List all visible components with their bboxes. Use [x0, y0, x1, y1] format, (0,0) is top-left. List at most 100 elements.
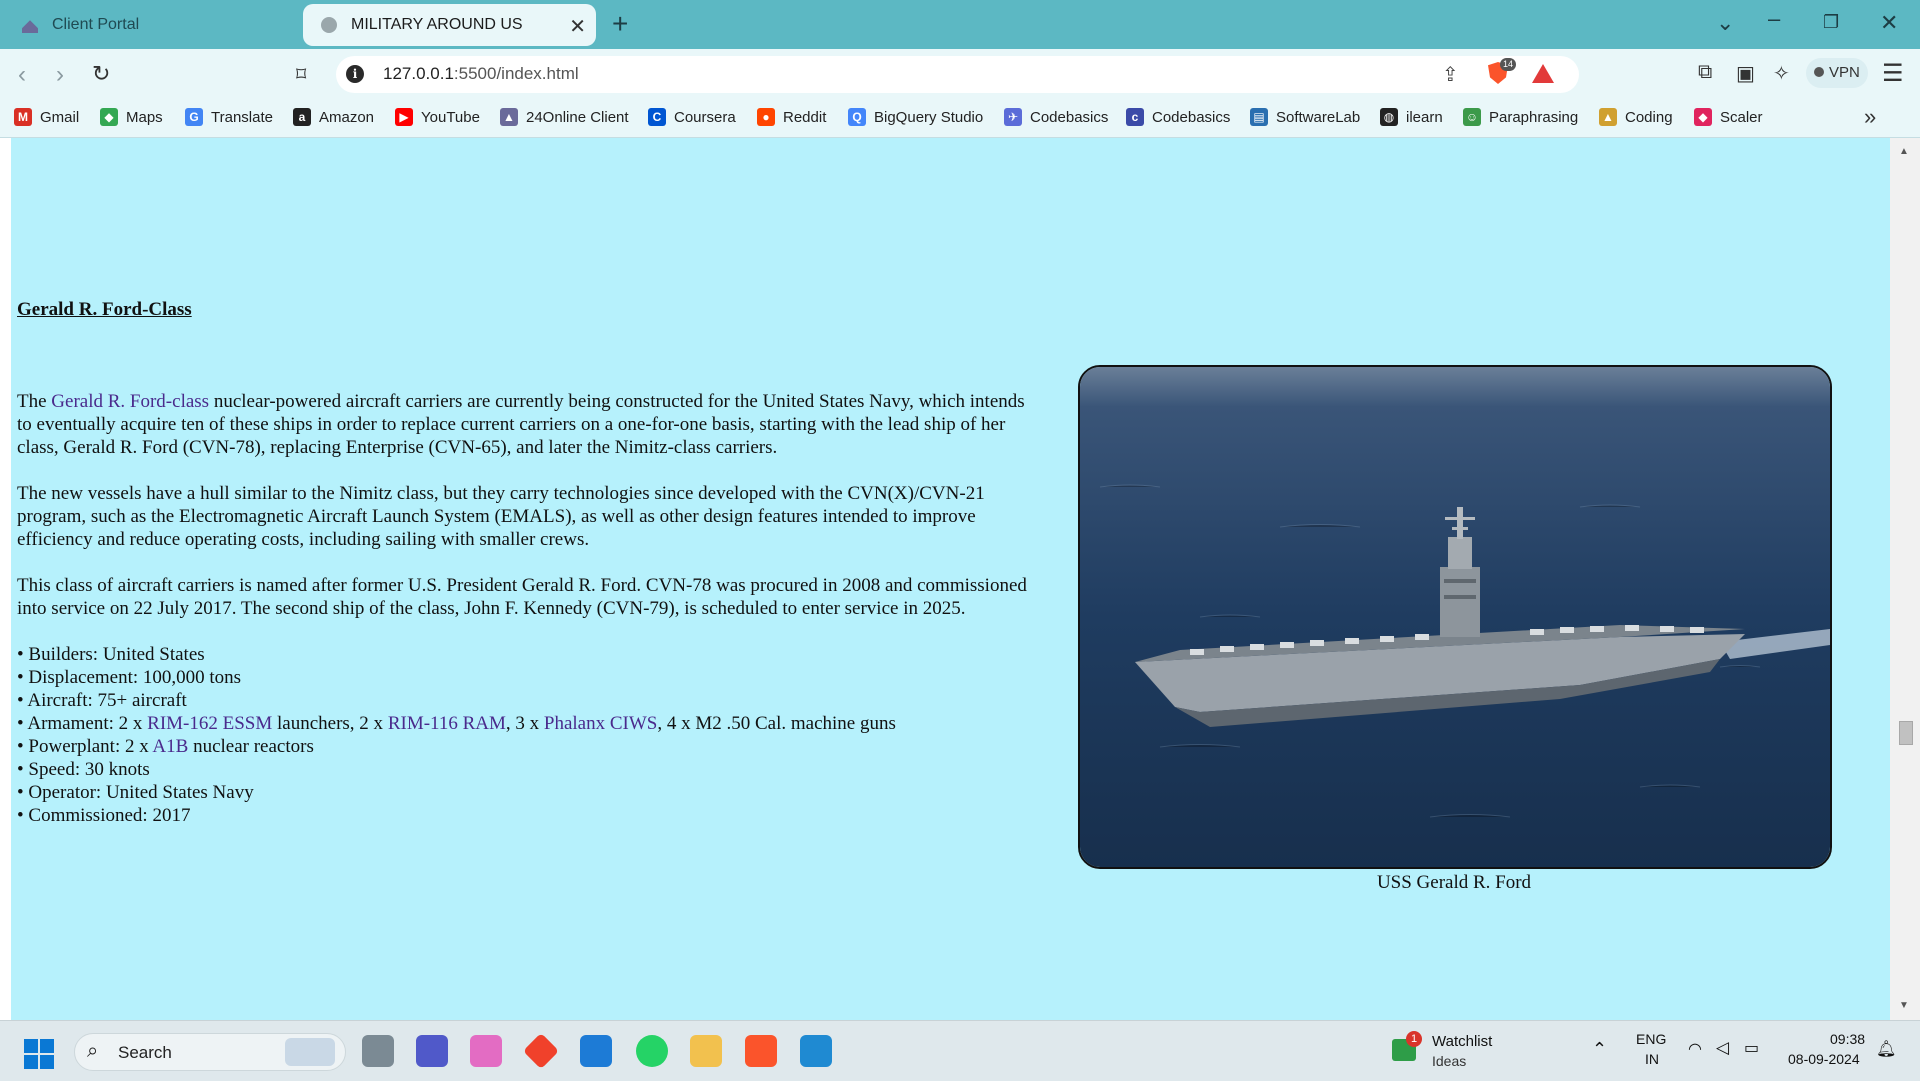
- brave-rewards-icon[interactable]: [1532, 64, 1554, 83]
- codebasics-icon: c: [1126, 108, 1144, 126]
- vscode-icon[interactable]: [800, 1035, 832, 1067]
- notification-bell-icon[interactable]: 🔔︎: [1876, 1039, 1896, 1059]
- brave-browser-icon[interactable]: [745, 1035, 777, 1067]
- spec-armament: • Armament: 2 x RIM-162 ESSM launchers, …: [17, 713, 896, 734]
- bookmark-ilearn[interactable]: ◍ ilearn: [1380, 108, 1443, 126]
- tab-client-portal[interactable]: Client Portal: [4, 4, 300, 46]
- share-icon[interactable]: ⇪: [1442, 62, 1459, 87]
- a1b-link[interactable]: A1B: [152, 736, 188, 757]
- language-bottom[interactable]: IN: [1645, 1051, 1659, 1067]
- teams-icon[interactable]: [416, 1035, 448, 1067]
- clock-date[interactable]: 08-09-2024: [1788, 1051, 1860, 1067]
- specs-list: • Builders: United States • Displacement…: [17, 643, 1032, 827]
- bookmark-label: Coding: [1625, 108, 1673, 126]
- page-heading: Gerald R. Ford-Class: [17, 299, 192, 320]
- extensions-icon[interactable]: ⧉: [1698, 61, 1712, 84]
- spec-aircraft: • Aircraft: 75+ aircraft: [17, 690, 187, 711]
- image-caption: USS Gerald R. Ford: [1376, 872, 1532, 893]
- bookmark-codebasics[interactable]: ✈ Codebasics: [1004, 108, 1108, 126]
- menu-icon[interactable]: ☰: [1882, 59, 1904, 88]
- bookmark-codebasics[interactable]: c Codebasics: [1126, 108, 1230, 126]
- minimize-button[interactable]: –: [1768, 6, 1780, 32]
- scrollbar-thumb[interactable]: [1899, 721, 1913, 745]
- url-text[interactable]: 127.0.0.1:5500/index.html: [383, 64, 579, 84]
- volume-icon[interactable]: ◁: [1716, 1038, 1729, 1058]
- start-button[interactable]: [24, 1039, 54, 1069]
- vpn-status-icon: [1814, 67, 1824, 77]
- tab-title: MILITARY AROUND US: [351, 16, 523, 33]
- bookmark-reddit[interactable]: ● Reddit: [757, 108, 826, 126]
- taskbar: ⌕ Search 1 Watchlist Ideas ⌃ ENG IN ◠ ◁ …: [0, 1020, 1920, 1081]
- watchlist-subtitle: Ideas: [1432, 1053, 1467, 1069]
- tab-strip: Client Portal MILITARY AROUND US ✕ + ⌄ –…: [0, 0, 1920, 49]
- bookmark-24online-client[interactable]: ▲ 24Online Client: [500, 108, 629, 126]
- restore-button[interactable]: ❐: [1823, 12, 1839, 33]
- search-icon: ⌕: [87, 1040, 99, 1062]
- wifi-icon[interactable]: ◠: [1688, 1039, 1702, 1059]
- close-tab-icon[interactable]: ✕: [569, 14, 586, 39]
- address-bar[interactable]: i 127.0.0.1:5500/index.html ⇪: [336, 56, 1579, 93]
- bookmark-icon[interactable]: ⌑: [296, 62, 306, 87]
- phalanx-ciws-link[interactable]: Phalanx CIWS: [544, 713, 657, 734]
- file-explorer-icon[interactable]: [690, 1035, 722, 1067]
- bookmark-label: Maps: [126, 108, 163, 126]
- forward-button[interactable]: ›: [56, 61, 64, 89]
- rim-116-ram-link[interactable]: RIM-116 RAM: [388, 713, 506, 734]
- globe-icon: [321, 17, 337, 33]
- leo-ai-icon[interactable]: ✧: [1773, 61, 1790, 86]
- bookmark-scaler[interactable]: ◆ Scaler: [1694, 108, 1763, 126]
- microsoft-store-icon[interactable]: [580, 1035, 612, 1067]
- page-scrollbar[interactable]: ▲ ▼: [1890, 138, 1920, 1020]
- bookmark-label: Codebasics: [1030, 108, 1109, 126]
- spec-builders: • Builders: United States: [17, 644, 205, 665]
- translate-icon: G: [185, 108, 203, 126]
- ford-class-link[interactable]: Gerald R. Ford-class: [51, 391, 209, 412]
- wallet-icon[interactable]: ▣: [1736, 61, 1755, 86]
- reload-button[interactable]: ↻: [92, 61, 110, 87]
- bookmark-maps[interactable]: ◆ Maps: [100, 108, 163, 126]
- 24online-icon: [22, 20, 38, 33]
- search-label: Search: [118, 1043, 172, 1062]
- bookmark-gmail[interactable]: M Gmail: [14, 108, 79, 126]
- site-info-icon[interactable]: i: [346, 65, 364, 83]
- bookmark-label: BigQuery Studio: [874, 108, 984, 126]
- coding-icon: ▲: [1599, 108, 1617, 126]
- tab-military-around-us[interactable]: MILITARY AROUND US ✕: [303, 4, 596, 46]
- scroll-down-icon[interactable]: ▼: [1899, 1000, 1909, 1011]
- rim-162-essm-link[interactable]: RIM-162 ESSM: [147, 713, 272, 734]
- scroll-up-icon[interactable]: ▲: [1899, 146, 1909, 157]
- gmail-icon: M: [14, 108, 32, 126]
- watchlist-badge: 1: [1406, 1031, 1422, 1047]
- tab-title: Client Portal: [52, 16, 140, 33]
- copilot-icon[interactable]: [470, 1035, 502, 1067]
- new-tab-button[interactable]: +: [612, 8, 628, 40]
- bookmark-label: YouTube: [421, 108, 480, 126]
- close-window-button[interactable]: ✕: [1880, 10, 1898, 36]
- taskbar-search[interactable]: ⌕ Search: [74, 1033, 346, 1071]
- language-top[interactable]: ENG: [1636, 1031, 1666, 1047]
- bookmark-coding[interactable]: ▲ Coding: [1599, 108, 1673, 126]
- watchlist-widget[interactable]: 1 Watchlist Ideas: [1392, 1029, 1512, 1073]
- bookmarks-bar: M Gmail ◆ Maps G Translate a Amazon ▶ YouTube ▲ 24O…: [0, 99, 1920, 138]
- bookmark-youtube[interactable]: ▶ YouTube: [395, 108, 480, 126]
- bookmark-translate[interactable]: G Translate: [185, 108, 273, 126]
- task-view-icon[interactable]: [362, 1035, 394, 1067]
- bookmark-paraphrasing[interactable]: ☺ Paraphrasing: [1463, 108, 1578, 126]
- more-bookmarks-icon[interactable]: »: [1864, 104, 1876, 130]
- app-diamond-icon[interactable]: [522, 1032, 560, 1070]
- bookmark-bigquery-studio[interactable]: Q BigQuery Studio: [848, 108, 983, 126]
- clock-time[interactable]: 09:38: [1830, 1031, 1865, 1047]
- vpn-button[interactable]: VPN: [1806, 58, 1868, 88]
- scaler-icon: ◆: [1694, 108, 1712, 126]
- bigquery-icon: Q: [848, 108, 866, 126]
- bookmark-softwarelab[interactable]: ▤ SoftwareLab: [1250, 108, 1360, 126]
- windows-logo-icon: [24, 1039, 38, 1053]
- shield-count-badge: 14: [1500, 58, 1517, 71]
- tab-search-chevron-icon[interactable]: ⌄: [1716, 10, 1734, 36]
- battery-icon[interactable]: ▭: [1744, 1038, 1759, 1058]
- bookmark-coursera[interactable]: C Coursera: [648, 108, 736, 126]
- whatsapp-icon[interactable]: [636, 1035, 668, 1067]
- back-button[interactable]: ‹: [18, 61, 26, 89]
- bookmark-amazon[interactable]: a Amazon: [293, 108, 374, 126]
- chevron-up-icon[interactable]: ⌃: [1592, 1039, 1607, 1060]
